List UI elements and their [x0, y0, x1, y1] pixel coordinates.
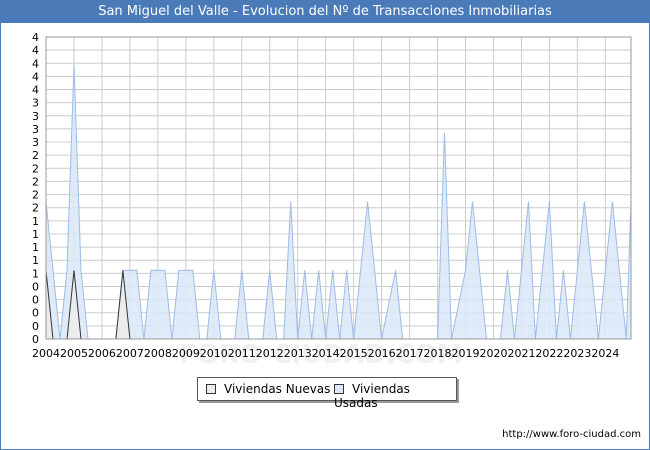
chart-frame: San Miguel del Valle - Evolucion del Nº … — [0, 0, 650, 450]
y-tick-label: 0 — [32, 280, 39, 293]
y-tick-label: 2 — [32, 149, 39, 162]
x-tick-label: 2005 — [60, 347, 88, 360]
y-tick-label: 3 — [32, 123, 39, 136]
y-tick-label: 0 — [32, 294, 39, 307]
x-tick-label: 2018 — [424, 347, 452, 360]
y-tick-label: 1 — [32, 215, 39, 228]
x-tick-label: 2014 — [312, 347, 340, 360]
y-tick-label: 3 — [32, 110, 39, 123]
x-tick-label: 2009 — [172, 347, 200, 360]
source-url: http://www.foro-ciudad.com — [502, 429, 641, 440]
x-tick-label: 2023 — [563, 347, 591, 360]
x-tick-label: 2021 — [507, 347, 535, 360]
legend-item-usadas: Viviendas Usadas — [334, 382, 456, 410]
y-tick-label: 0 — [32, 333, 39, 346]
x-tick-label: 2013 — [284, 347, 312, 360]
y-tick-label: 2 — [32, 189, 39, 202]
y-tick-label: 2 — [32, 162, 39, 175]
y-tick-label: 1 — [32, 241, 39, 254]
legend-swatch-nuevas — [206, 383, 216, 394]
x-axis-ticks: 2004 2005 2006 2007 2008 2009 2010 2011 2012 2013… — [32, 347, 619, 360]
x-tick-label: 2011 — [228, 347, 256, 360]
y-tick-label: 3 — [32, 97, 39, 110]
x-tick-label: 2006 — [88, 347, 116, 360]
y-axis-ticks: 000001111122222333344444 — [32, 31, 39, 346]
x-tick-label: 2015 — [340, 347, 368, 360]
y-tick-label: 1 — [32, 254, 39, 267]
series-areas — [45, 64, 632, 340]
y-tick-label: 1 — [32, 228, 39, 241]
legend-label-nuevas: Viviendas Nuevas — [224, 382, 331, 396]
x-tick-label: 2024 — [591, 347, 619, 360]
y-tick-label: 0 — [32, 307, 39, 320]
x-tick-label: 2008 — [144, 347, 172, 360]
y-tick-label: 4 — [32, 44, 39, 57]
y-tick-label: 0 — [32, 320, 39, 333]
y-tick-label: 4 — [32, 57, 39, 70]
y-tick-label: 2 — [32, 175, 39, 188]
x-tick-label: 2020 — [479, 347, 507, 360]
y-tick-label: 1 — [32, 267, 39, 280]
x-tick-label: 2012 — [256, 347, 284, 360]
legend-swatch-usadas — [334, 383, 344, 394]
y-tick-label: 2 — [32, 202, 39, 215]
x-tick-label: 2010 — [200, 347, 228, 360]
x-tick-label: 2007 — [116, 347, 144, 360]
series-area-usadas — [45, 64, 632, 340]
x-tick-label: 2016 — [368, 347, 396, 360]
x-tick-label: 2022 — [535, 347, 563, 360]
legend: Viviendas Nuevas Viviendas Usadas — [197, 377, 457, 410]
y-tick-label: 4 — [32, 84, 39, 97]
x-tick-label: 2004 — [32, 347, 60, 360]
y-tick-label: 4 — [32, 31, 39, 44]
x-tick-label: 2017 — [396, 347, 424, 360]
legend-item-nuevas: Viviendas Nuevas — [206, 382, 330, 396]
y-tick-label: 3 — [32, 136, 39, 149]
y-tick-label: 4 — [32, 70, 39, 83]
x-tick-label: 2019 — [452, 347, 480, 360]
